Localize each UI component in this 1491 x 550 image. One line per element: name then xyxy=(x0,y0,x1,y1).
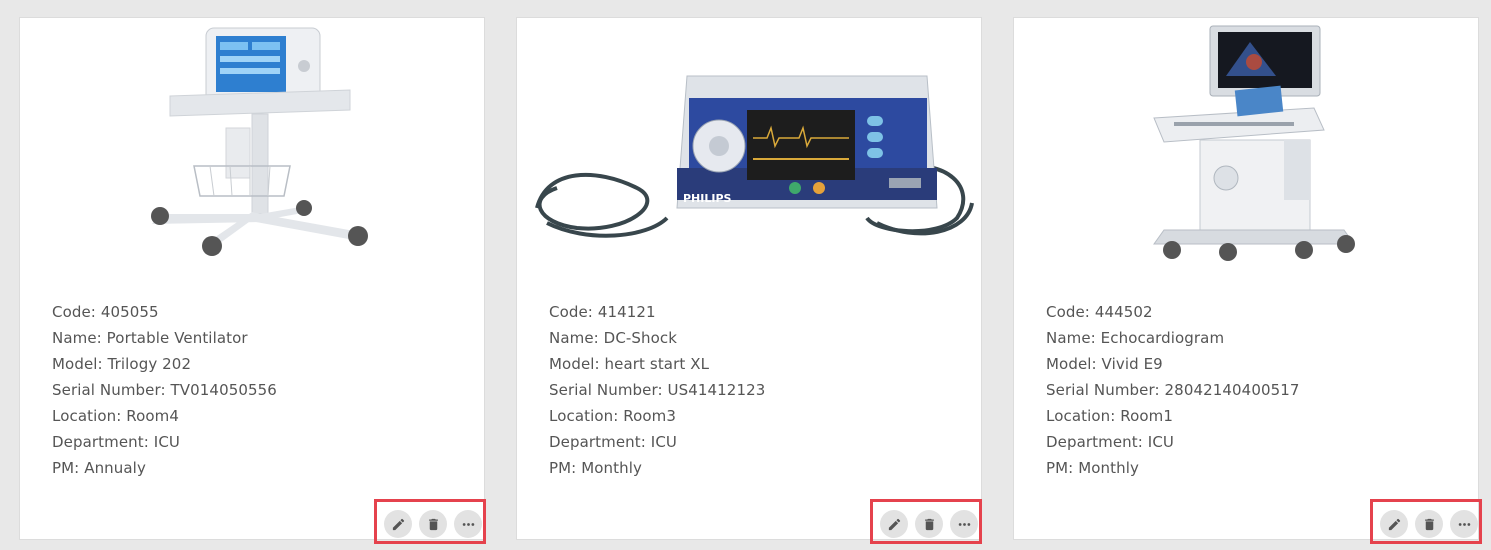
philips-logo: PHILIPS xyxy=(683,192,732,205)
edit-icon xyxy=(392,518,404,530)
model-text: Model: Vivid E9 xyxy=(1046,355,1163,373)
equipment-details: Code: 444502 Name: Echocardiogram Model:… xyxy=(1046,299,1300,481)
pm-text: PM: Monthly xyxy=(1046,459,1139,477)
serial-number-text: Serial Number: US41412123 xyxy=(549,381,766,399)
delete-button[interactable] xyxy=(915,510,943,538)
model-text: Model: Trilogy 202 xyxy=(52,355,192,373)
serial-number-text: Serial Number: TV014050556 xyxy=(52,381,277,399)
department-text: Department: ICU xyxy=(1046,433,1174,451)
department-text: Department: ICU xyxy=(549,433,677,451)
name-text: Name: Portable Ventilator xyxy=(52,329,248,347)
more-icon xyxy=(1458,522,1470,526)
more-options-button[interactable] xyxy=(950,510,978,538)
pm-text: PM: Monthly xyxy=(549,459,642,477)
location-text: Location: Room4 xyxy=(52,407,180,425)
actions-highlight xyxy=(1370,499,1482,544)
more-icon xyxy=(958,522,970,526)
delete-icon xyxy=(428,518,438,530)
more-options-button[interactable] xyxy=(454,510,482,538)
location-text: Location: Room1 xyxy=(1046,407,1174,425)
actions-highlight xyxy=(870,499,982,544)
edit-button[interactable] xyxy=(1380,510,1408,538)
code-text: Code: 444502 xyxy=(1046,303,1153,321)
model-text: Model: heart start XL xyxy=(549,355,710,373)
ventilator-image xyxy=(20,18,486,288)
actions-highlight xyxy=(374,499,486,544)
pm-text: PM: Annualy xyxy=(52,459,146,477)
department-text: Department: ICU xyxy=(52,433,180,451)
location-text: Location: Room3 xyxy=(549,407,677,425)
delete-icon xyxy=(1424,518,1434,530)
edit-button[interactable] xyxy=(880,510,908,538)
equipment-details: Code: 414121 Name: DC-Shock Model: heart… xyxy=(549,299,765,481)
equipment-card: Code: 405055 Name: Portable Ventilator M… xyxy=(19,17,486,544)
equipment-details: Code: 405055 Name: Portable Ventilator M… xyxy=(52,299,277,481)
delete-button[interactable] xyxy=(419,510,447,538)
code-text: Code: 405055 xyxy=(52,303,159,321)
defibrillator-image: PHILIPS xyxy=(517,18,983,288)
equipment-card: PHILIPS Code: 414121 Name: DC-Shock Mode… xyxy=(516,17,983,544)
ultrasound-machine-image xyxy=(1014,18,1480,288)
equipment-card: Code: 444502 Name: Echocardiogram Model:… xyxy=(1013,17,1482,544)
delete-icon xyxy=(924,518,934,530)
name-text: Name: Echocardiogram xyxy=(1046,329,1225,347)
serial-number-text: Serial Number: 28042140400517 xyxy=(1046,381,1300,399)
more-icon xyxy=(462,522,474,526)
delete-button[interactable] xyxy=(1415,510,1443,538)
more-options-button[interactable] xyxy=(1450,510,1478,538)
code-text: Code: 414121 xyxy=(549,303,656,321)
edit-icon xyxy=(888,518,900,530)
name-text: Name: DC-Shock xyxy=(549,329,678,347)
edit-icon xyxy=(1388,518,1400,530)
edit-button[interactable] xyxy=(384,510,412,538)
